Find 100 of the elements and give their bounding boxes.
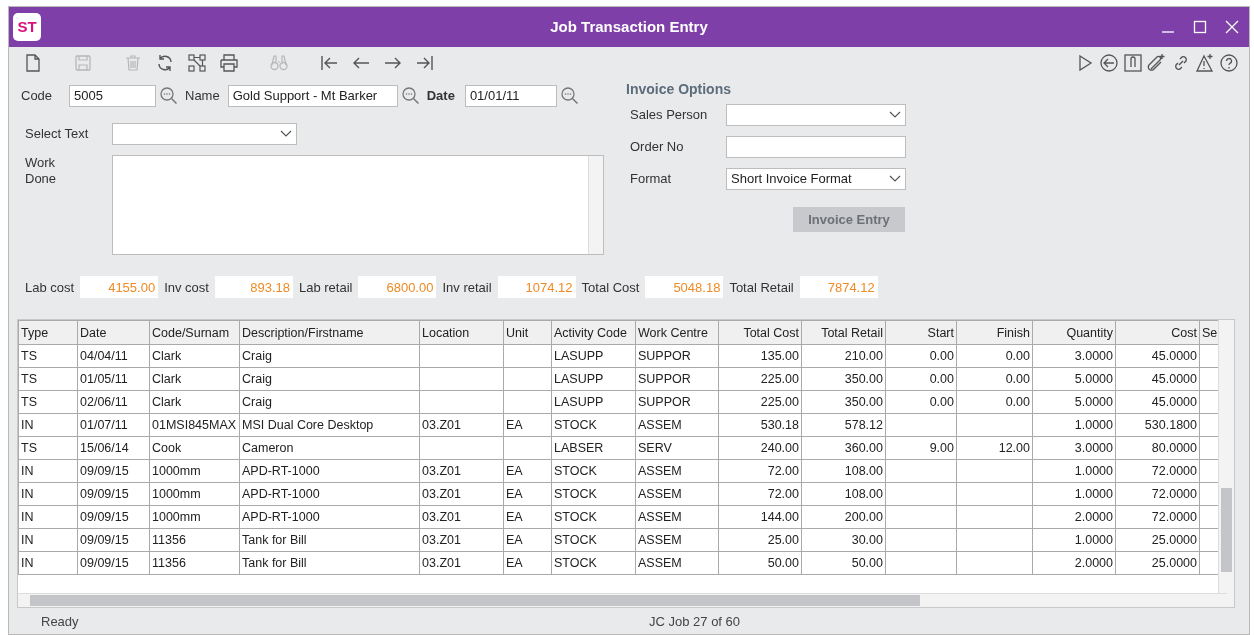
close-icon[interactable] (1225, 19, 1239, 34)
search-icon[interactable] (400, 85, 421, 106)
chevron-down-icon (889, 110, 901, 119)
order-no-label: Order No (629, 139, 685, 154)
table-cell: 25.00 (718, 528, 802, 552)
name-field[interactable]: Gold Support - Mt Barker (227, 84, 398, 107)
format-label: Format (629, 171, 673, 186)
help-icon[interactable] (1219, 52, 1239, 73)
total-label: Lab cost (25, 279, 75, 295)
date-field[interactable]: 01/01/11 (464, 84, 557, 107)
column-header[interactable]: Unit (503, 320, 552, 345)
format-dropdown[interactable]: Short Invoice Format (726, 167, 906, 190)
table-cell: 03.Z01 (419, 505, 504, 529)
table-cell: 03.Z01 (419, 482, 504, 506)
column-header[interactable]: Activity Code (551, 320, 636, 345)
table-cell: Clark (149, 344, 240, 368)
table-cell: 5.0000 (1032, 390, 1116, 414)
horizontal-scrollbar[interactable] (18, 593, 1227, 608)
table-cell: 72.0000 (1115, 482, 1200, 506)
network-icon[interactable] (187, 52, 207, 73)
chevron-down-icon (889, 174, 901, 183)
table-cell: 02/06/11 (77, 390, 150, 414)
table-cell: 72.00 (718, 482, 802, 506)
column-header[interactable]: Total Cost (718, 320, 802, 345)
code-field[interactable]: 5005 (69, 84, 156, 107)
table-cell: ASSEM (635, 413, 719, 437)
paperclip-document-icon[interactable] (1123, 52, 1143, 73)
work-done-field[interactable] (112, 154, 604, 255)
table-cell: 240.00 (718, 436, 802, 460)
table-cell: IN (18, 459, 78, 483)
add-alert-icon[interactable] (1195, 52, 1215, 73)
column-header[interactable]: Code/Surnam (149, 320, 240, 345)
table-cell: LASUPP (551, 390, 636, 414)
total-value: 4155.00 (80, 276, 159, 299)
table-cell: STOCK (551, 413, 636, 437)
search-icon[interactable] (159, 85, 179, 106)
section-heading: Invoice Options (626, 80, 732, 97)
table-cell: 2.0000 (1032, 551, 1116, 575)
table-cell: 144.00 (718, 505, 802, 529)
table-cell: 01/07/11 (77, 413, 150, 437)
table-cell: STOCK (551, 482, 636, 506)
total-value: 7874.12 (799, 276, 878, 299)
total-value: 1074.12 (497, 276, 576, 299)
column-header[interactable]: Type (18, 320, 78, 345)
table-cell: APD-RT-1000 (239, 505, 420, 529)
table-cell: 530.1800 (1115, 413, 1200, 437)
window-title: Job Transaction Entry (550, 18, 708, 36)
vertical-scrollbar[interactable] (1218, 320, 1234, 608)
total-value: 6800.00 (358, 276, 437, 299)
table-cell: 11356 (149, 528, 240, 552)
table-cell: 108.00 (801, 459, 886, 483)
table-cell: ASSEM (635, 528, 719, 552)
table-cell: 03.Z01 (419, 459, 504, 483)
table-cell: 09/09/15 (77, 528, 150, 552)
table-cell: 03.Z01 (419, 528, 504, 552)
select-text-label: Select Text (24, 126, 90, 141)
back-circle-icon[interactable] (1099, 52, 1119, 73)
table-cell: 0.00 (956, 344, 1033, 368)
table-cell: Cameron (239, 436, 420, 460)
total-label: Total Cost (581, 279, 640, 295)
table-cell: LASUPP (551, 367, 636, 391)
table-cell: LASUPP (551, 344, 636, 368)
table-cell: 350.00 (801, 390, 886, 414)
table-cell: 5.0000 (1032, 367, 1116, 391)
column-header[interactable]: Start (885, 320, 957, 345)
printer-icon[interactable] (219, 52, 239, 73)
column-header[interactable]: Quantity (1032, 320, 1116, 345)
record-counter: JC Job 27 of 60 (649, 613, 741, 629)
table-cell: 15/06/14 (77, 436, 150, 460)
table-cell: 45.0000 (1115, 390, 1200, 414)
table-cell: Tank for Bill (239, 528, 420, 552)
table-cell: 350.00 (801, 367, 886, 391)
refresh-icon[interactable] (155, 52, 175, 73)
table-cell: 72.0000 (1115, 459, 1200, 483)
table-cell: Tank for Bill (239, 551, 420, 575)
table-cell: 09/09/15 (77, 459, 150, 483)
column-header[interactable]: Finish (956, 320, 1033, 345)
search-icon[interactable] (559, 85, 580, 106)
table-cell: ASSEM (635, 551, 719, 575)
column-header[interactable]: Work Centre (635, 320, 719, 345)
table-cell: 09/09/15 (77, 482, 150, 506)
order-no-field[interactable] (726, 135, 906, 158)
maximize-icon[interactable] (1193, 19, 1207, 34)
table-cell: 200.00 (801, 505, 886, 529)
table-cell: EA (503, 528, 552, 552)
chevron-down-icon (280, 129, 292, 138)
column-header[interactable]: Cost (1115, 320, 1200, 345)
column-header[interactable]: Total Retail (801, 320, 886, 345)
total-label: Lab retail (298, 279, 353, 295)
table-cell: 360.00 (801, 436, 886, 460)
column-header[interactable]: Description/Firstname (239, 320, 420, 345)
table-cell: SUPPOR (635, 367, 719, 391)
add-attachment-icon[interactable] (1147, 52, 1167, 73)
column-header[interactable]: Date (77, 320, 150, 345)
table-cell: 1.0000 (1032, 482, 1116, 506)
table-cell: 0.00 (885, 390, 957, 414)
table-cell: 01/05/11 (77, 367, 150, 391)
new-document-icon[interactable] (23, 52, 43, 73)
column-header[interactable]: Location (419, 320, 504, 345)
table-cell: 04/04/11 (77, 344, 150, 368)
